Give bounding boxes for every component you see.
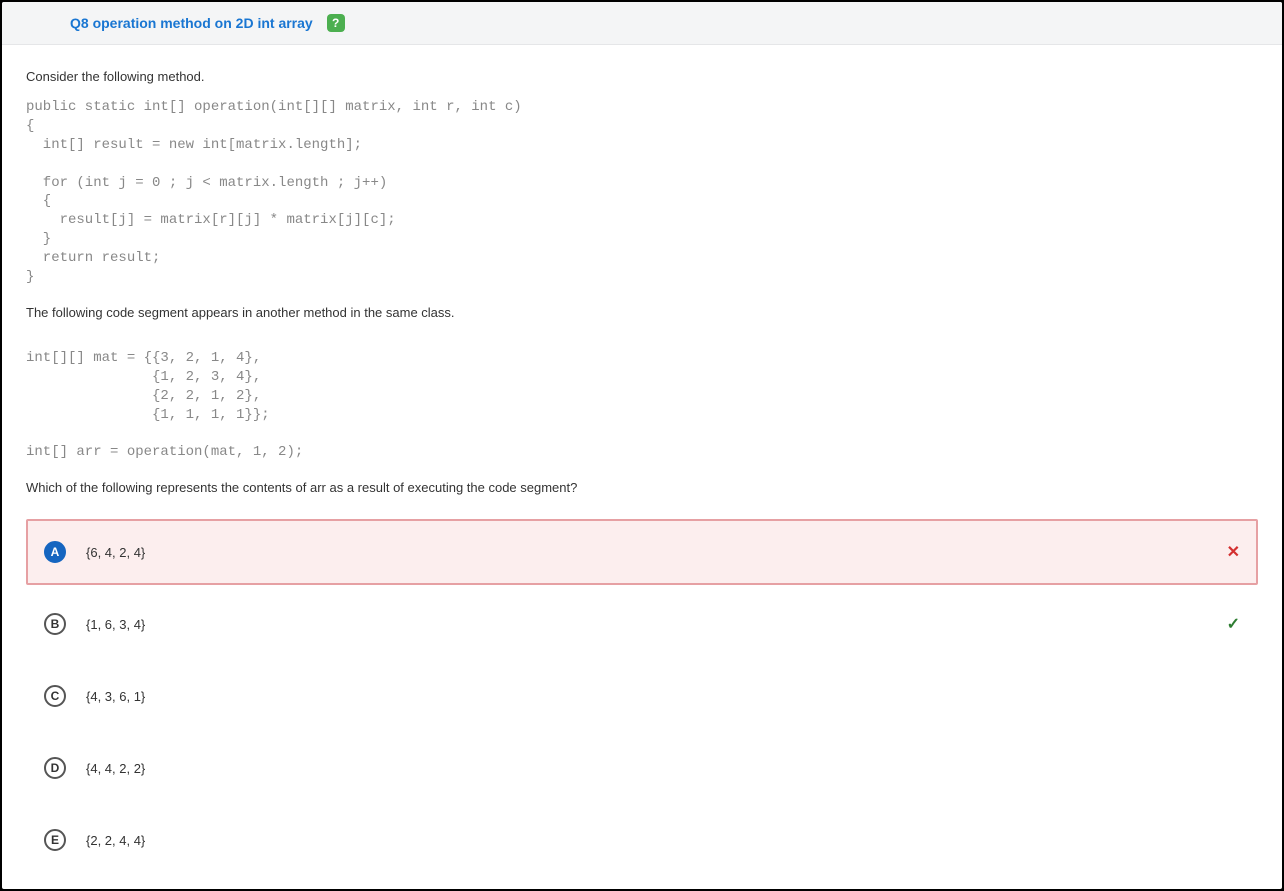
answer-option-b[interactable]: B {1, 6, 3, 4} ✓: [26, 591, 1258, 657]
help-icon[interactable]: ?: [327, 14, 345, 32]
answer-letter: A: [44, 541, 66, 563]
answer-text: {4, 4, 2, 2}: [86, 761, 145, 776]
answer-letter: C: [44, 685, 66, 707]
middle-text: The following code segment appears in an…: [26, 305, 1258, 320]
question-title: Q8 operation method on 2D int array: [70, 15, 313, 31]
intro-text: Consider the following method.: [26, 69, 1258, 84]
answer-letter: E: [44, 829, 66, 851]
question-header: Q8 operation method on 2D int array ?: [2, 2, 1282, 45]
answer-text: {2, 2, 4, 4}: [86, 833, 145, 848]
answer-letter: D: [44, 757, 66, 779]
answer-option-e[interactable]: E {2, 2, 4, 4}: [26, 807, 1258, 873]
code-block-segment: int[][] mat = {{3, 2, 1, 4}, {1, 2, 3, 4…: [26, 349, 1258, 462]
answers-list: A {6, 4, 2, 4} ✕ B {1, 6, 3, 4} ✓ C {4, …: [26, 519, 1258, 873]
page-container: Q8 operation method on 2D int array ? Co…: [2, 2, 1282, 889]
code-block-method: public static int[] operation(int[][] ma…: [26, 98, 1258, 287]
final-question-text: Which of the following represents the co…: [26, 480, 1258, 495]
correct-icon: ✓: [1227, 614, 1240, 634]
answer-text: {4, 3, 6, 1}: [86, 689, 145, 704]
answer-text: {1, 6, 3, 4}: [86, 617, 145, 632]
answer-option-a[interactable]: A {6, 4, 2, 4} ✕: [26, 519, 1258, 585]
answer-option-d[interactable]: D {4, 4, 2, 2}: [26, 735, 1258, 801]
question-content: Consider the following method. public st…: [2, 45, 1282, 889]
wrong-icon: ✕: [1227, 542, 1240, 562]
answer-letter: B: [44, 613, 66, 635]
answer-option-c[interactable]: C {4, 3, 6, 1}: [26, 663, 1258, 729]
answer-text: {6, 4, 2, 4}: [86, 545, 145, 560]
